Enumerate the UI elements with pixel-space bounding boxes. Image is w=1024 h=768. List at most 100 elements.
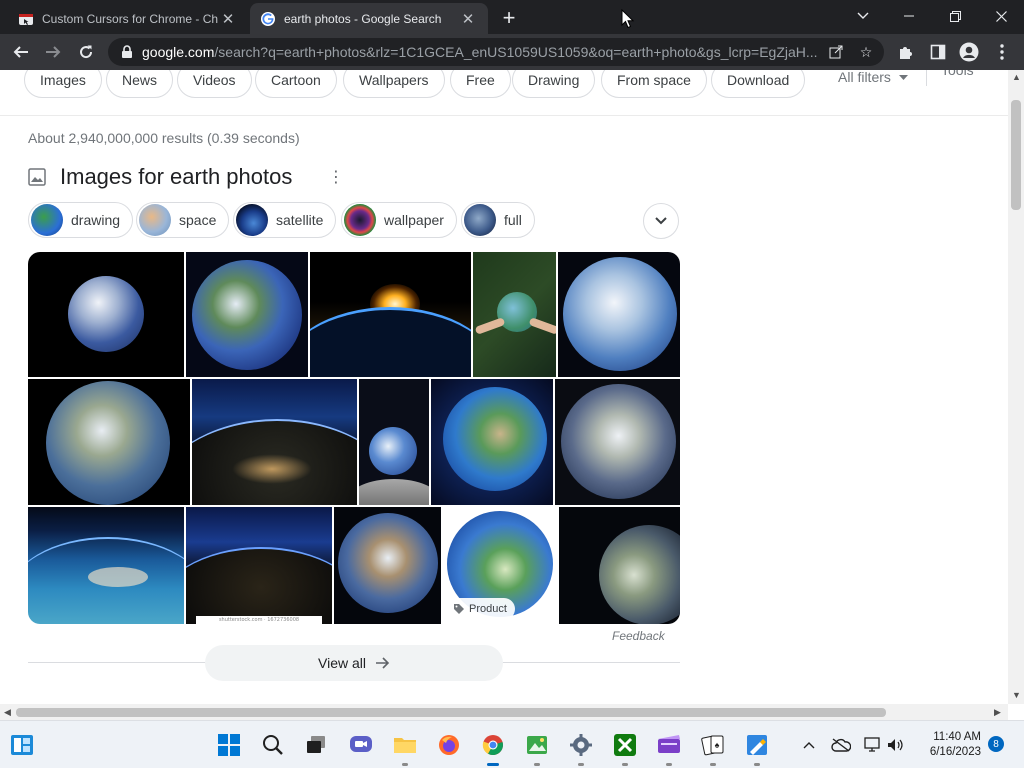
profile-icon bbox=[959, 42, 979, 62]
back-button[interactable] bbox=[9, 40, 33, 64]
network-tray-button[interactable] bbox=[862, 733, 884, 757]
close-tab-icon[interactable]: ✕ bbox=[458, 9, 478, 29]
related-chip-label: drawing bbox=[71, 212, 121, 228]
related-chip-space[interactable]: space bbox=[136, 202, 230, 238]
scroll-down-arrow-icon[interactable]: ▼ bbox=[1012, 690, 1021, 700]
task-view-button[interactable] bbox=[300, 729, 332, 761]
side-panel-button[interactable] bbox=[926, 40, 950, 64]
close-window-button[interactable] bbox=[978, 0, 1024, 32]
tab-earth-photos[interactable]: earth photos - Google Search ✕ bbox=[250, 3, 488, 34]
earth-image-3[interactable] bbox=[310, 252, 471, 377]
volume-tray-button[interactable] bbox=[886, 733, 906, 757]
side-panel-icon bbox=[930, 44, 946, 60]
cloud-offline-icon bbox=[831, 738, 851, 752]
onedrive-tray-button[interactable] bbox=[830, 733, 852, 757]
earth-image-10[interactable] bbox=[555, 379, 680, 505]
chip-videos[interactable]: Videos bbox=[177, 70, 252, 98]
start-button[interactable] bbox=[213, 729, 245, 761]
chip-free[interactable]: Free bbox=[450, 70, 511, 98]
more-options-icon[interactable]: ⋮ bbox=[328, 167, 344, 187]
minimize-button[interactable] bbox=[886, 0, 932, 32]
related-chip-drawing[interactable]: drawing bbox=[28, 202, 134, 238]
system-clock[interactable]: 11:40 AM 6/16/2023 bbox=[915, 730, 981, 760]
feedback-link[interactable]: Feedback bbox=[612, 629, 665, 643]
address-bar[interactable]: google.com/search?q=earth+photos&rlz=1C1… bbox=[108, 38, 884, 66]
bookmark-star-icon[interactable]: ☆ bbox=[854, 40, 878, 64]
earth-image-15[interactable] bbox=[559, 507, 680, 624]
view-all-button[interactable]: View all bbox=[205, 645, 503, 681]
arrow-right-icon bbox=[376, 657, 390, 669]
url-path: /search?q=earth+photos&rlz=1C1GCEA_enUS1… bbox=[214, 44, 818, 60]
chevron-down-icon bbox=[857, 12, 869, 19]
cards-icon: ♠ bbox=[701, 735, 724, 756]
profile-button[interactable] bbox=[957, 40, 981, 64]
horizontal-scroll-thumb[interactable] bbox=[16, 708, 886, 717]
xbox-button[interactable] bbox=[609, 729, 641, 766]
earth-image-6[interactable] bbox=[28, 379, 190, 505]
tab-custom-cursors[interactable]: Custom Cursors for Chrome - Ch ✕ bbox=[8, 4, 248, 34]
chip-from-space[interactable]: From space bbox=[601, 70, 707, 98]
solitaire-button[interactable]: ♠ bbox=[697, 729, 729, 766]
scroll-up-arrow-icon[interactable]: ▲ bbox=[1012, 72, 1021, 82]
expand-related-button[interactable] bbox=[643, 203, 679, 239]
earth-image-7[interactable] bbox=[192, 379, 357, 505]
forward-button[interactable] bbox=[41, 40, 65, 64]
share-icon[interactable] bbox=[824, 40, 848, 64]
tab-title: earth photos - Google Search bbox=[284, 11, 442, 26]
image-editor-button[interactable] bbox=[521, 729, 553, 766]
chip-images[interactable]: Images bbox=[24, 70, 102, 98]
all-filters-button[interactable]: All filters bbox=[838, 70, 908, 92]
earth-image-4[interactable] bbox=[473, 252, 556, 377]
all-filters-label: All filters bbox=[838, 70, 891, 85]
show-hidden-icons-button[interactable] bbox=[800, 733, 818, 757]
related-chip-full[interactable]: full bbox=[461, 202, 535, 238]
earth-image-13[interactable] bbox=[334, 507, 441, 624]
close-tab-icon[interactable]: ✕ bbox=[218, 9, 238, 29]
widgets-button[interactable] bbox=[6, 729, 38, 761]
earth-image-2[interactable] bbox=[186, 252, 308, 377]
image-grid: shutterstock.com · 1672736008 bbox=[28, 252, 680, 624]
image-editor-icon bbox=[527, 736, 547, 754]
network-icon bbox=[864, 737, 880, 752]
chip-download[interactable]: Download bbox=[711, 70, 806, 98]
earth-image-5[interactable] bbox=[558, 252, 680, 377]
chrome-button[interactable] bbox=[477, 729, 509, 766]
firefox-button[interactable] bbox=[433, 729, 465, 761]
vertical-scrollbar[interactable]: ▲ ▼ bbox=[1008, 70, 1024, 704]
earth-image-1[interactable] bbox=[28, 252, 184, 377]
arrow-right-icon bbox=[46, 46, 61, 58]
chip-wallpapers[interactable]: Wallpapers bbox=[343, 70, 445, 98]
scroll-right-arrow-icon[interactable]: ▶ bbox=[994, 707, 1001, 718]
chevron-up-icon bbox=[803, 742, 815, 749]
menu-button[interactable] bbox=[990, 40, 1014, 64]
restore-button[interactable] bbox=[932, 0, 978, 32]
earth-image-8[interactable] bbox=[359, 379, 429, 505]
tools-button[interactable]: Tools bbox=[941, 70, 974, 92]
related-chip-satellite[interactable]: satellite bbox=[233, 202, 337, 238]
search-button[interactable] bbox=[257, 729, 289, 761]
chip-news[interactable]: News bbox=[106, 70, 174, 98]
vertical-scroll-thumb[interactable] bbox=[1011, 100, 1021, 210]
tab-search-button[interactable] bbox=[840, 0, 886, 32]
horizontal-scrollbar[interactable]: ◀ ▶ bbox=[0, 704, 1008, 720]
extensions-button[interactable] bbox=[894, 40, 918, 64]
chat-button[interactable] bbox=[345, 729, 377, 761]
paint-button[interactable] bbox=[741, 729, 773, 766]
earth-image-12[interactable]: shutterstock.com · 1672736008 bbox=[186, 507, 332, 624]
chip-cartoon[interactable]: Cartoon bbox=[255, 70, 337, 98]
chevron-down-icon bbox=[655, 217, 667, 225]
settings-button[interactable] bbox=[565, 729, 597, 766]
related-chip-wallpaper[interactable]: wallpaper bbox=[341, 202, 457, 238]
reload-button[interactable] bbox=[74, 40, 98, 64]
scroll-left-arrow-icon[interactable]: ◀ bbox=[4, 707, 11, 718]
close-icon bbox=[995, 10, 1007, 22]
chip-drawing[interactable]: Drawing bbox=[512, 70, 596, 98]
earth-image-9[interactable] bbox=[431, 379, 553, 505]
notification-badge[interactable]: 8 bbox=[988, 736, 1004, 752]
images-section-title: Images for earth photos bbox=[60, 164, 293, 189]
file-explorer-button[interactable] bbox=[389, 729, 421, 766]
new-tab-button[interactable]: + bbox=[498, 7, 520, 29]
clipchamp-button[interactable] bbox=[653, 729, 685, 766]
earth-image-11[interactable] bbox=[28, 507, 184, 624]
wallpaper-thumbnail bbox=[344, 204, 376, 236]
